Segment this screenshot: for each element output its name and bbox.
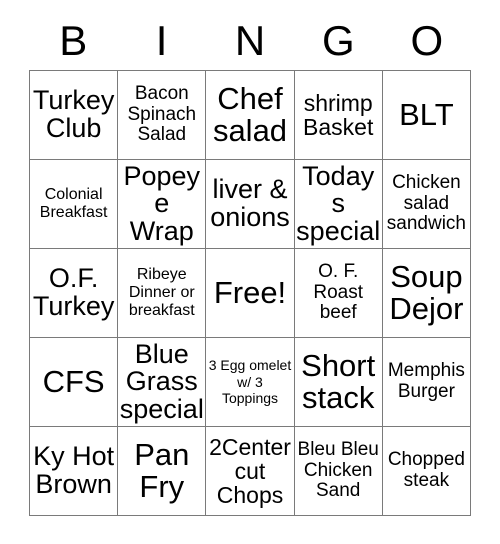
bingo-cell-label: BLT	[399, 97, 454, 133]
bingo-cell[interactable]: Turkey Club	[30, 71, 119, 160]
bingo-cell-label: Short stack	[301, 348, 376, 415]
bingo-cell-label: Memphis Burger	[387, 360, 465, 402]
bingo-cell[interactable]: Ribeye Dinner or breakfast	[118, 249, 207, 338]
bingo-cell[interactable]: Short stack	[294, 338, 383, 427]
header-letter-i: I	[155, 17, 168, 64]
bingo-cell-label: Colonial Breakfast	[39, 186, 108, 221]
bingo-cell[interactable]: Pan Fry	[118, 427, 207, 516]
bingo-cell-label: Popeye Wrap	[123, 160, 201, 246]
bingo-cell[interactable]: 3 Egg omelet w/ 3 Toppings	[206, 338, 295, 427]
bingo-cell[interactable]: 2Center cut Chops	[206, 427, 295, 516]
bingo-cell[interactable]: Bacon Spinach Salad	[118, 71, 207, 160]
bingo-header-row: B I N G O	[29, 14, 471, 68]
bingo-cell[interactable]: Colonial Breakfast	[30, 160, 119, 249]
header-letter-b: B	[59, 17, 88, 64]
bingo-cell-label: 3 Egg omelet w/ 3 Toppings	[208, 357, 292, 407]
bingo-cell[interactable]: Blue Grass special	[118, 338, 207, 427]
bingo-cell-label: O.F. Turkey	[32, 263, 115, 321]
bingo-cell[interactable]: Popeye Wrap	[118, 160, 207, 249]
bingo-cell-label: Chopped steak	[387, 449, 465, 491]
bingo-cell-label: Blue Grass special	[119, 338, 204, 424]
bingo-cell[interactable]: liver & onions	[206, 160, 295, 249]
bingo-cell-free[interactable]: Free!	[206, 249, 295, 338]
bingo-cell-label: Pan Fry	[134, 437, 190, 504]
bingo-cell[interactable]: O. F. Roast beef	[294, 249, 383, 338]
bingo-cell[interactable]: Todays special	[294, 160, 383, 249]
bingo-cell-label: Chicken salad sandwich	[386, 172, 466, 235]
bingo-cell[interactable]: O.F. Turkey	[30, 249, 119, 338]
header-letter-n: N	[234, 17, 266, 64]
bingo-cell-label: Ky Hot Brown	[33, 441, 115, 499]
bingo-cell-label: Free!	[213, 275, 287, 311]
bingo-cell-label: Bleu Bleu Chicken Sand	[297, 439, 379, 502]
bingo-cell-label: O. F. Roast beef	[313, 261, 364, 324]
bingo-cell-label: Chef salad	[212, 81, 288, 148]
bingo-cell-label: Soup Dejor	[389, 259, 464, 326]
bingo-cell-label: Ribeye Dinner or breakfast	[128, 266, 195, 319]
bingo-cell[interactable]: Bleu Bleu Chicken Sand	[294, 427, 383, 516]
bingo-cell-label: Turkey Club	[32, 85, 115, 143]
bingo-cell[interactable]: BLT	[382, 71, 471, 160]
bingo-cell-label: CFS	[42, 364, 105, 400]
bingo-cell-label: Todays special	[296, 160, 381, 246]
bingo-cell[interactable]: CFS	[30, 338, 119, 427]
bingo-card: B I N G O Turkey Club Bacon Spinach Salad…	[0, 0, 500, 544]
bingo-cell[interactable]: Memphis Burger	[382, 338, 471, 427]
bingo-cell-label: liver & onions	[210, 174, 290, 232]
bingo-cell[interactable]: Ky Hot Brown	[30, 427, 119, 516]
bingo-cell-label: Bacon Spinach Salad	[127, 83, 197, 146]
bingo-cell[interactable]: Chicken salad sandwich	[382, 160, 471, 249]
bingo-cell[interactable]: Chopped steak	[382, 427, 471, 516]
bingo-grid: Turkey Club Bacon Spinach Salad Chef salad…	[29, 70, 471, 516]
bingo-cell[interactable]: Soup Dejor	[382, 249, 471, 338]
bingo-cell-label: shrimp Basket	[303, 89, 374, 140]
bingo-cell[interactable]: Chef salad	[206, 71, 295, 160]
bingo-cell-label: 2Center cut Chops	[209, 433, 291, 509]
header-letter-g: G	[322, 17, 355, 64]
header-letter-o: O	[410, 17, 444, 64]
bingo-cell[interactable]: shrimp Basket	[294, 71, 383, 160]
